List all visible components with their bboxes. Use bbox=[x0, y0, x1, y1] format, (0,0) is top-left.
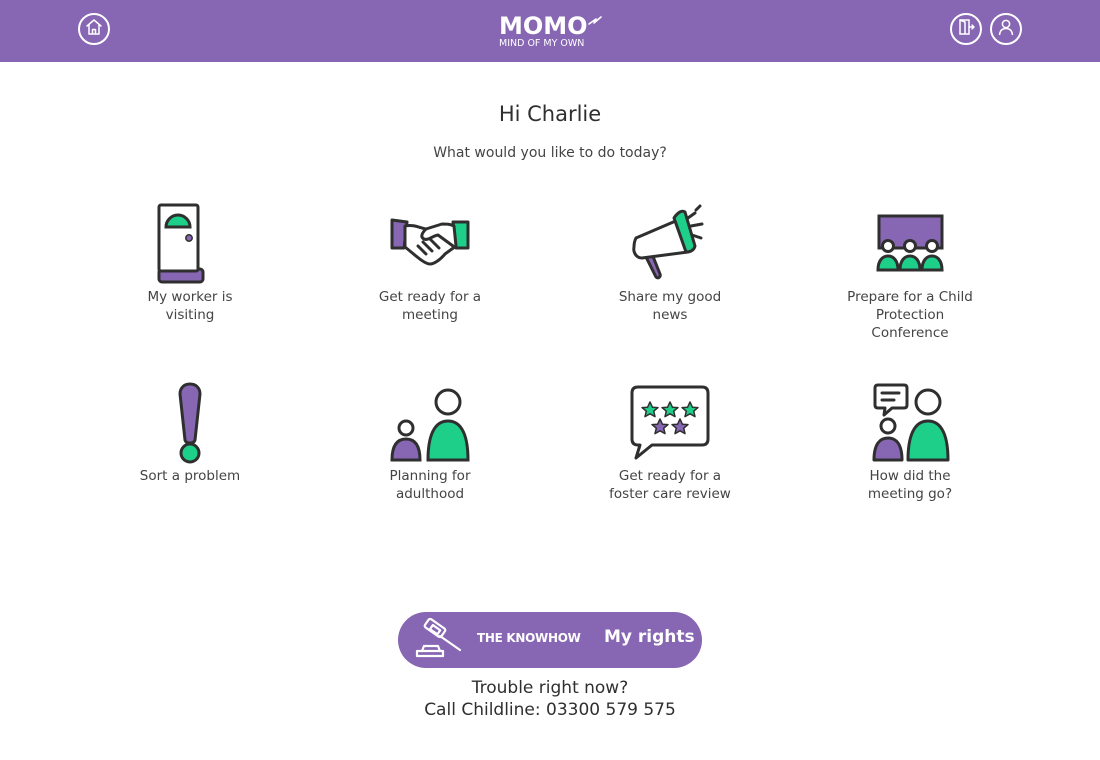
tile-foster-review[interactable]: Get ready for a foster care review bbox=[595, 381, 745, 503]
megaphone-icon bbox=[632, 204, 704, 280]
tile-sort-problem[interactable]: Sort a problem bbox=[115, 381, 265, 485]
greeting-title: Hi Charlie bbox=[498, 102, 602, 126]
tile-child-protection[interactable]: Prepare for a Child Protection Conferenc… bbox=[835, 202, 985, 342]
tile-label: Planning for adulthood bbox=[389, 468, 471, 502]
tile-good-news[interactable]: Share my good news bbox=[595, 202, 745, 324]
top-bar: MOMO MIND OF MY OWN bbox=[0, 0, 1100, 62]
trouble-text: Trouble right now? bbox=[471, 678, 629, 698]
momo-logo[interactable]: MOMO MIND OF MY OWN bbox=[497, 12, 603, 52]
star-rating-chat-icon bbox=[630, 385, 710, 460]
tile-label: Sort a problem bbox=[139, 468, 241, 484]
logo-subtitle: MIND OF MY OWN bbox=[499, 38, 585, 49]
logo-text: MOMO bbox=[499, 12, 588, 40]
adult-child-icon bbox=[390, 388, 470, 462]
tile-label: Get ready for a foster care review bbox=[609, 468, 731, 502]
door-icon bbox=[157, 203, 205, 284]
user-profile-icon bbox=[996, 17, 1016, 41]
meeting-feedback-icon bbox=[872, 383, 950, 462]
knowhow-label: THE KNOWHOW bbox=[477, 631, 581, 645]
handshake-icon bbox=[390, 218, 470, 266]
tile-meeting-feedback[interactable]: How did the meeting go? bbox=[835, 381, 985, 503]
exit-button[interactable] bbox=[950, 13, 982, 45]
conference-group-icon bbox=[876, 214, 944, 272]
tile-worker-visiting[interactable]: My worker is visiting bbox=[115, 202, 265, 324]
my-rights-label: My rights bbox=[604, 627, 695, 647]
tile-label: Share my good news bbox=[618, 289, 722, 323]
tile-planning-adulthood[interactable]: Planning for adulthood bbox=[355, 381, 505, 503]
home-icon bbox=[84, 17, 104, 41]
exit-door-icon bbox=[956, 17, 976, 41]
childline-help: Trouble right now? Call Childline: 03300… bbox=[0, 677, 1100, 721]
home-button[interactable] bbox=[78, 13, 110, 45]
tile-label: How did the meeting go? bbox=[867, 468, 953, 502]
my-rights-button[interactable]: THE KNOWHOW My rights bbox=[398, 612, 702, 668]
tile-label: My worker is visiting bbox=[147, 289, 233, 323]
tile-label: Get ready for a meeting bbox=[378, 289, 482, 323]
tile-label: Prepare for a Child Protection Conferenc… bbox=[847, 289, 973, 341]
childline-text: Call Childline: 03300 579 575 bbox=[424, 700, 676, 720]
gavel-icon bbox=[415, 618, 462, 658]
profile-button[interactable] bbox=[990, 13, 1022, 45]
swoosh-icon bbox=[588, 16, 602, 25]
exclamation-icon bbox=[178, 382, 202, 464]
greeting-subtitle: What would you like to do today? bbox=[433, 145, 667, 161]
tile-meeting-ready[interactable]: Get ready for a meeting bbox=[355, 202, 505, 324]
